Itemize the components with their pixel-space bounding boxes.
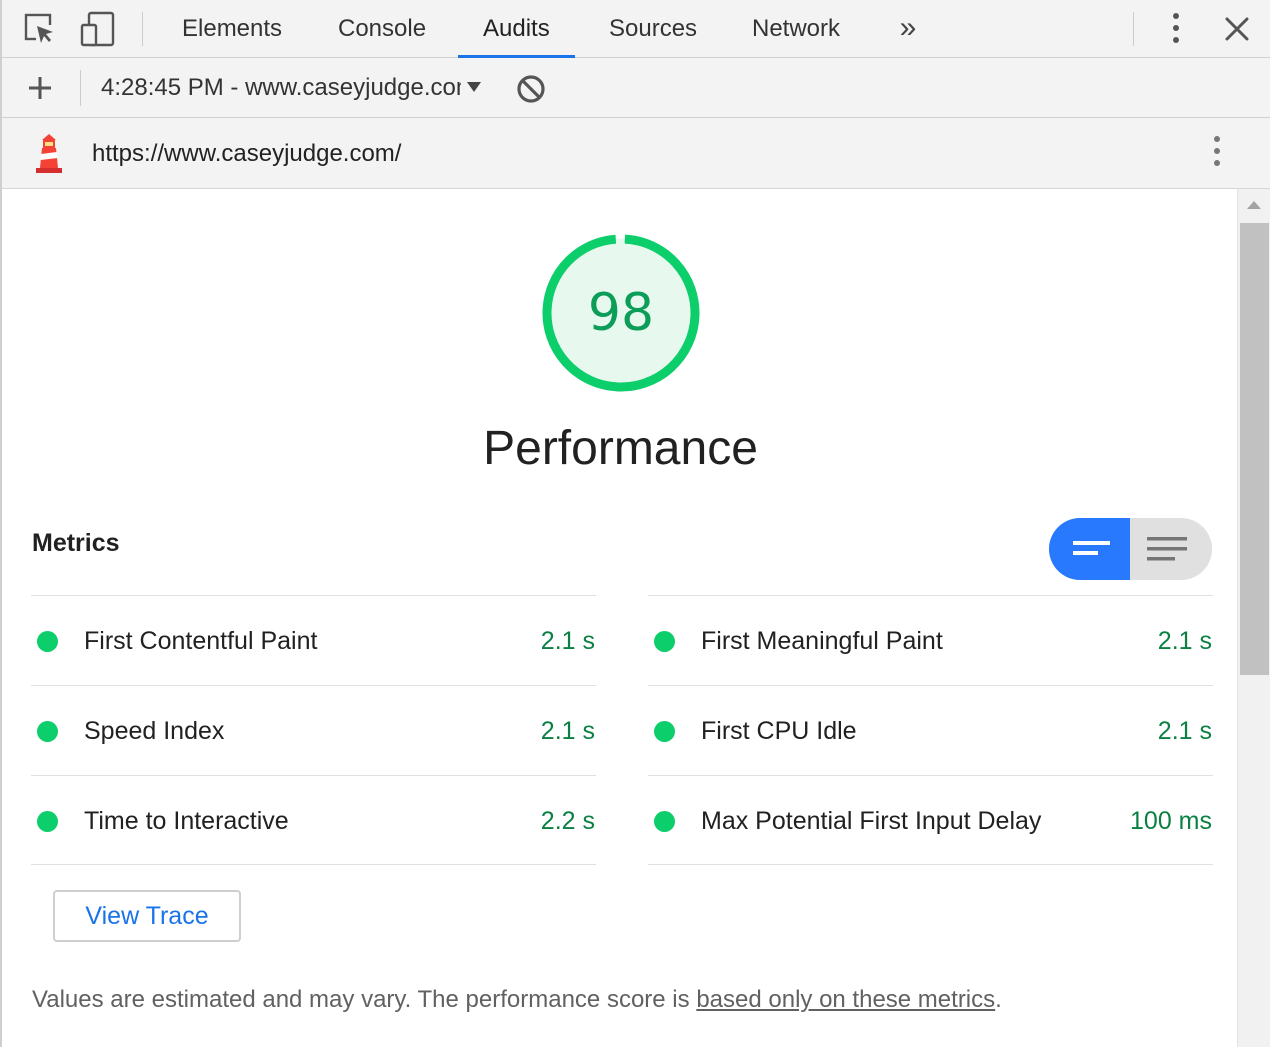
metrics-column-left: First Contentful Paint 2.1 s Speed Index… bbox=[31, 595, 596, 865]
more-vert-icon[interactable] bbox=[1212, 136, 1222, 166]
devtools-tab-bar: Elements Console Audits Sources Network … bbox=[0, 0, 1270, 58]
metrics-view-toggle[interactable] bbox=[1049, 518, 1212, 580]
pass-indicator bbox=[654, 811, 675, 832]
toolbar-divider bbox=[142, 12, 143, 46]
metric-name: Speed Index bbox=[84, 717, 225, 745]
more-vert-icon[interactable] bbox=[1171, 13, 1181, 43]
metric-time-to-interactive: Time to Interactive 2.2 s bbox=[31, 775, 596, 865]
metrics-disclaimer: Values are estimated and may vary. The p… bbox=[32, 986, 1002, 1014]
metric-name: Max Potential First Input Delay bbox=[701, 807, 1042, 835]
metric-first-contentful-paint: First Contentful Paint 2.1 s bbox=[31, 595, 596, 685]
report-url-bar: https://www.caseyjudge.com/ bbox=[0, 118, 1270, 189]
scoring-link[interactable]: based only on these metrics bbox=[696, 986, 995, 1013]
close-icon[interactable] bbox=[1218, 10, 1256, 48]
metric-first-cpu-idle: First CPU Idle 2.1 s bbox=[648, 685, 1213, 775]
scrollbar-thumb[interactable] bbox=[1240, 223, 1269, 675]
metric-value: 2.1 s bbox=[1157, 627, 1212, 655]
lighthouse-logo-icon bbox=[32, 132, 66, 174]
pass-indicator bbox=[654, 721, 675, 742]
audits-toolbar: 4:28:45 PM - www.caseyjudge.com bbox=[0, 58, 1270, 118]
metrics-column-right: First Meaningful Paint 2.1 s First CPU I… bbox=[648, 595, 1213, 865]
tab-elements[interactable]: Elements bbox=[157, 0, 307, 58]
plus-icon[interactable] bbox=[24, 72, 56, 104]
tab-network[interactable]: Network bbox=[727, 0, 865, 58]
metric-value: 2.1 s bbox=[540, 717, 595, 745]
toolbar-divider bbox=[1133, 12, 1134, 46]
view-compact-icon[interactable] bbox=[1130, 518, 1212, 580]
metric-name: First Meaningful Paint bbox=[701, 627, 943, 655]
pass-indicator bbox=[37, 811, 58, 832]
view-trace-button[interactable]: View Trace bbox=[53, 890, 241, 942]
metrics-heading: Metrics bbox=[32, 529, 120, 557]
metric-name: Time to Interactive bbox=[84, 807, 289, 835]
view-list-icon[interactable] bbox=[1049, 518, 1130, 580]
metric-name: First CPU Idle bbox=[701, 717, 857, 745]
pass-indicator bbox=[37, 631, 58, 652]
inspect-element-icon[interactable] bbox=[22, 10, 58, 48]
tab-sources[interactable]: Sources bbox=[584, 0, 722, 58]
metric-max-potential-fid: Max Potential First Input Delay 100 ms bbox=[648, 775, 1213, 865]
report-scrollbar[interactable] bbox=[1237, 189, 1270, 1047]
disclaimer-end: . bbox=[995, 986, 1002, 1013]
report-selector[interactable]: 4:28:45 PM - www.caseyjudge.com bbox=[101, 58, 461, 118]
chevron-down-icon[interactable] bbox=[465, 78, 483, 96]
device-toolbar-icon[interactable] bbox=[80, 10, 116, 48]
pass-indicator bbox=[654, 631, 675, 652]
metric-value: 100 ms bbox=[1130, 807, 1212, 835]
clear-block-icon[interactable] bbox=[515, 73, 547, 105]
category-title: Performance bbox=[483, 422, 758, 475]
toolbar-divider bbox=[80, 70, 81, 106]
tab-console[interactable]: Console bbox=[313, 0, 451, 58]
metric-first-meaningful-paint: First Meaningful Paint 2.1 s bbox=[648, 595, 1213, 685]
lighthouse-report: 98 Performance Metrics First Contentful … bbox=[0, 189, 1237, 1047]
performance-score: 98 bbox=[587, 283, 655, 343]
metric-value: 2.1 s bbox=[540, 627, 595, 655]
metric-value: 2.2 s bbox=[540, 807, 595, 835]
metric-name: First Contentful Paint bbox=[84, 627, 318, 655]
scroll-up-arrow-icon[interactable] bbox=[1247, 201, 1261, 209]
tab-audits[interactable]: Audits bbox=[458, 0, 575, 58]
chevron-double-right-icon[interactable]: » bbox=[891, 12, 925, 46]
metric-value: 2.1 s bbox=[1157, 717, 1212, 745]
metric-speed-index: Speed Index 2.1 s bbox=[31, 685, 596, 775]
pass-indicator bbox=[37, 721, 58, 742]
report-url: https://www.caseyjudge.com/ bbox=[92, 140, 402, 167]
disclaimer-text: Values are estimated and may vary. The p… bbox=[32, 986, 697, 1013]
